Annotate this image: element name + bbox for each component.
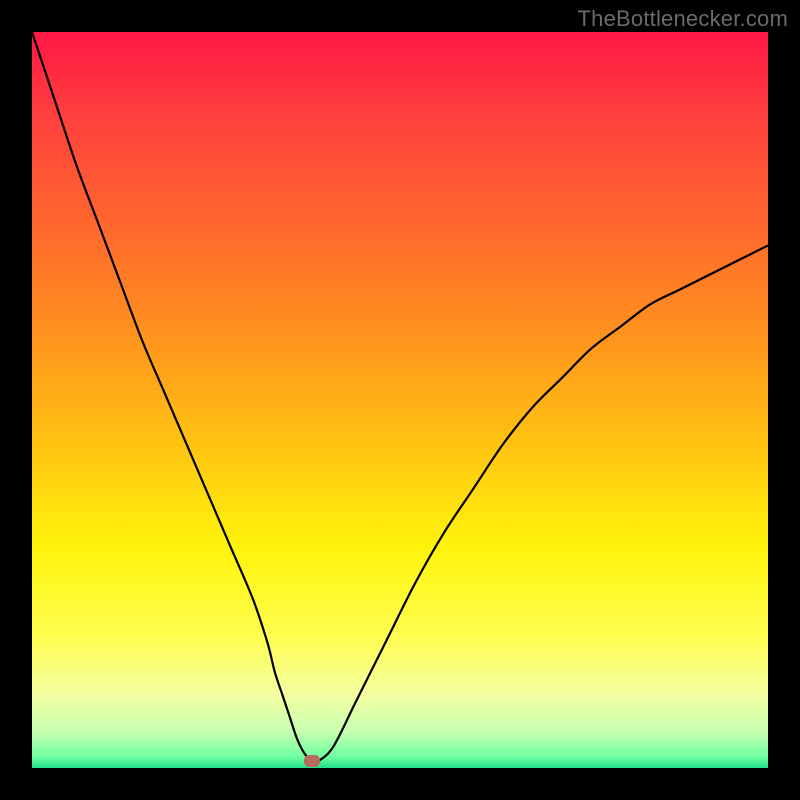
optimal-point-marker	[304, 755, 320, 767]
gradient-background	[32, 32, 768, 768]
watermark-text: TheBottlenecker.com	[578, 6, 788, 32]
plot-area	[32, 32, 768, 768]
chart-frame: TheBottlenecker.com	[0, 0, 800, 800]
